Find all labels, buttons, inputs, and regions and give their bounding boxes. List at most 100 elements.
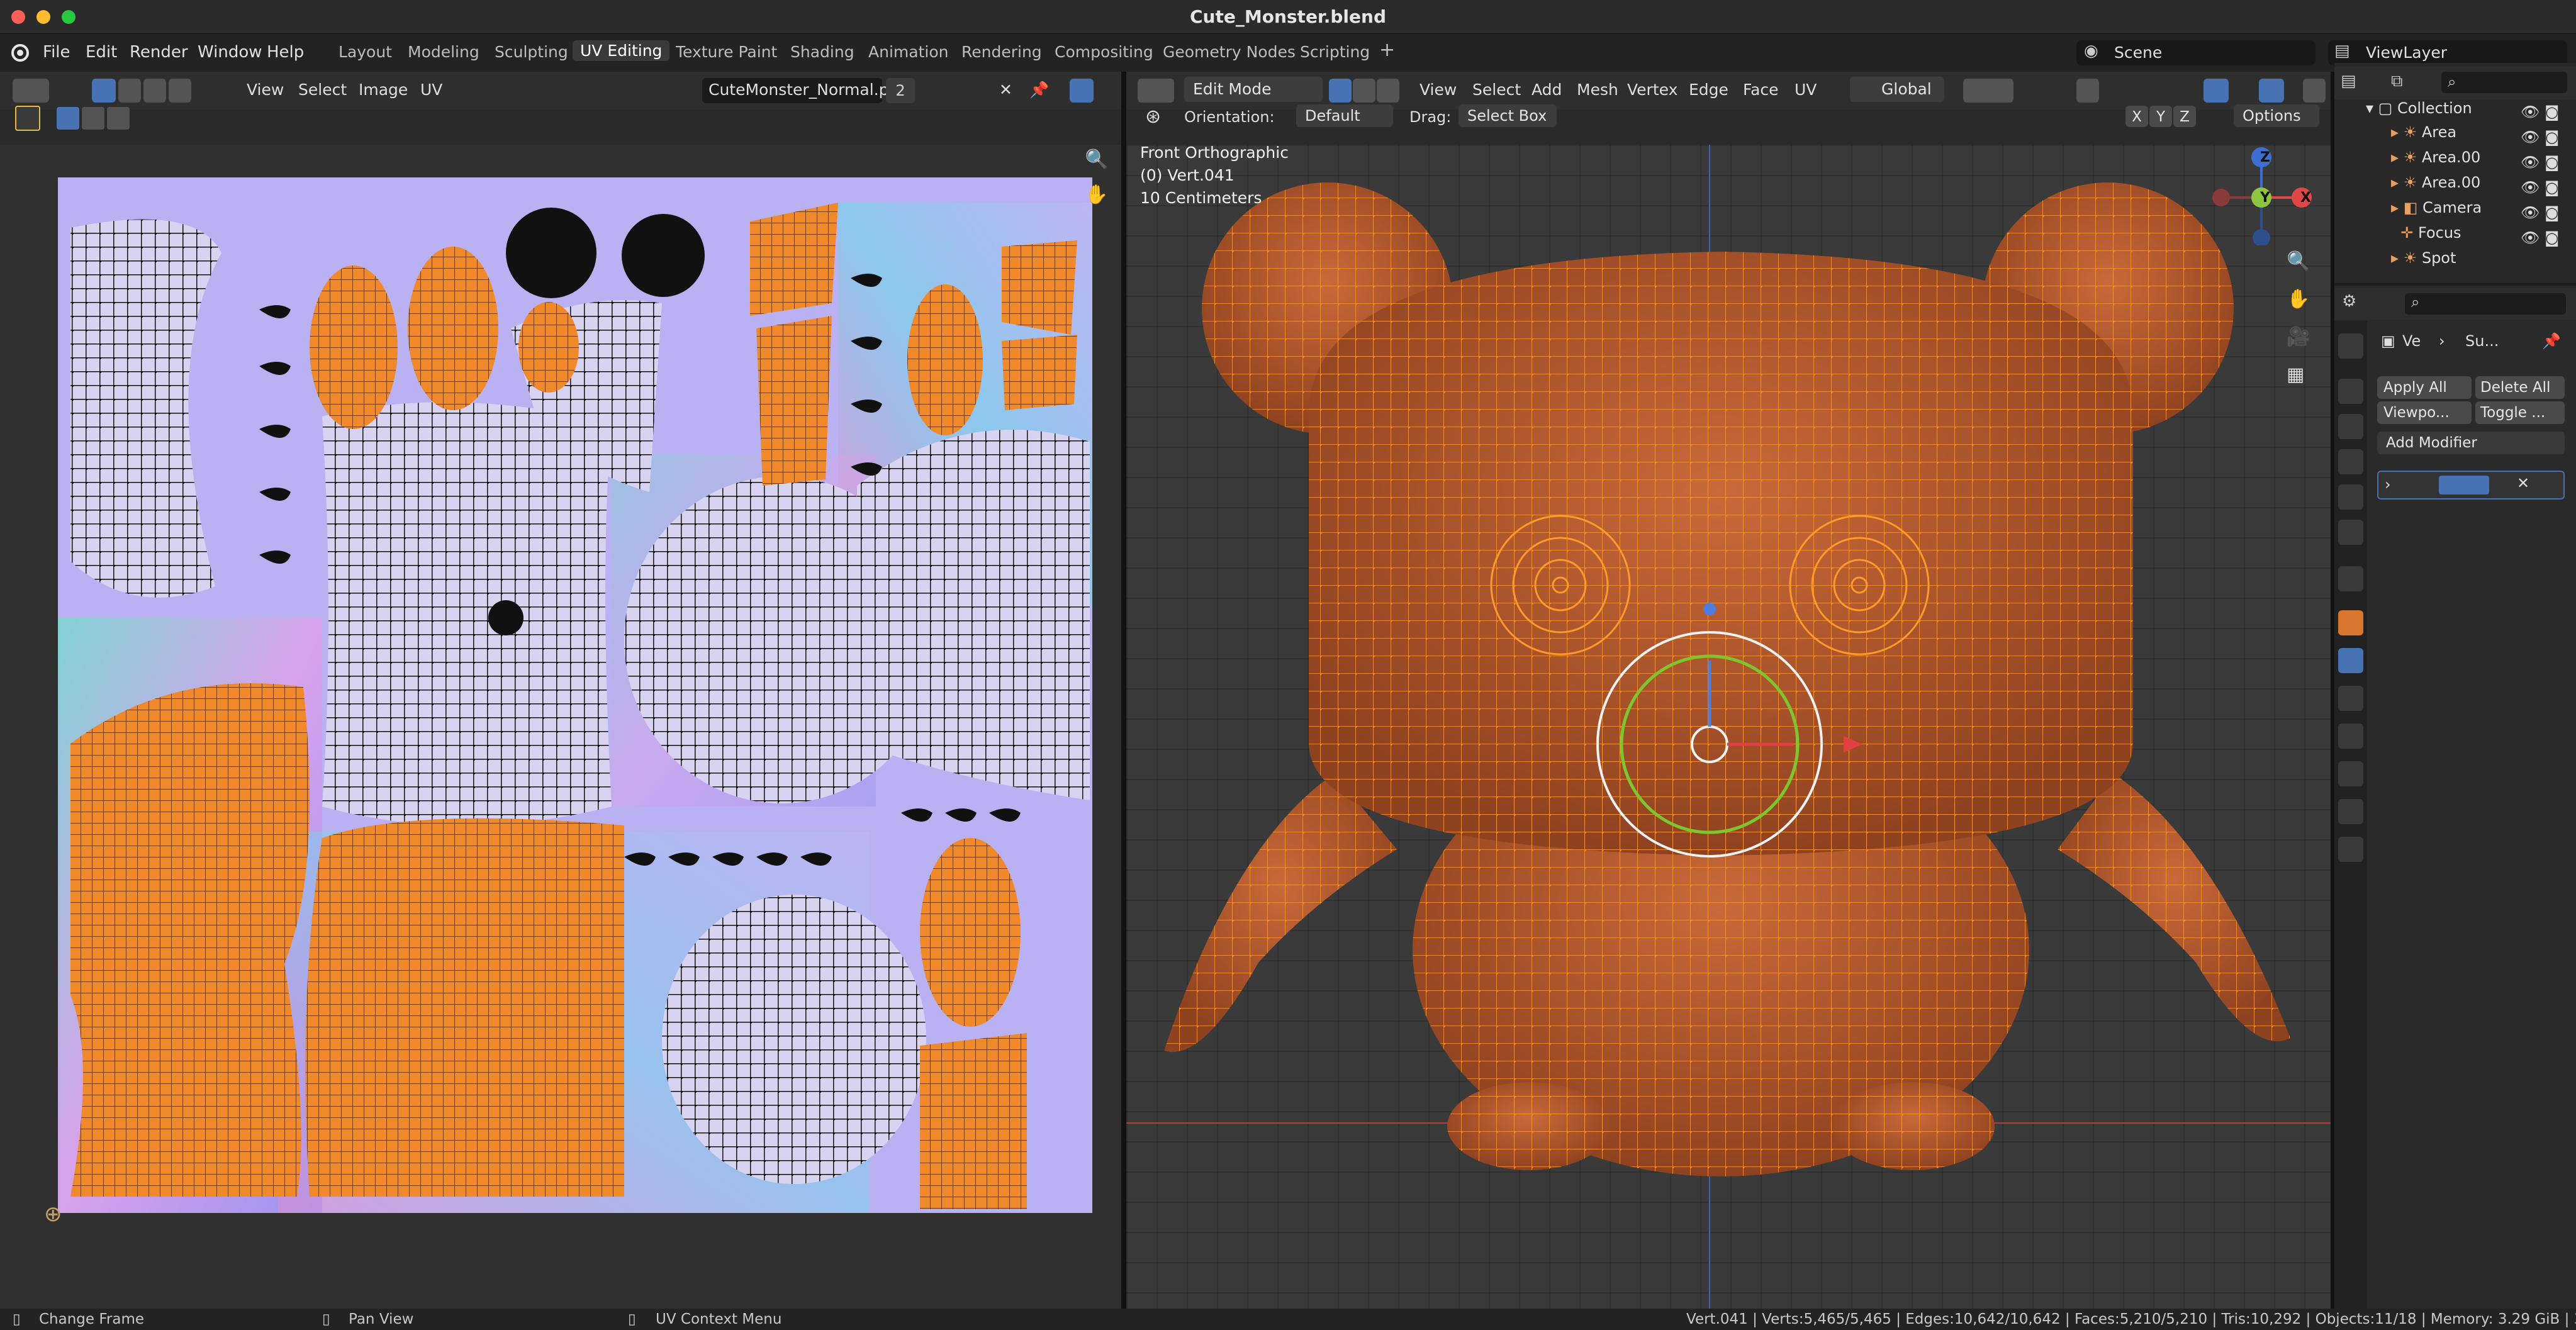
uv-menu-image[interactable]: Image — [359, 81, 408, 99]
tab-uv-editing[interactable]: UV Editing — [573, 40, 670, 61]
orientation-selector[interactable]: Default — [1296, 104, 1393, 127]
transform-pivot-icon[interactable]: ⊛ — [1145, 106, 1161, 128]
pan-view-icon[interactable]: ✋ — [1085, 184, 1108, 206]
overlays-icon[interactable] — [2204, 79, 2229, 103]
editor-divider[interactable] — [1121, 72, 1126, 1309]
toggle-stack-button[interactable]: Toggle ... — [2475, 401, 2565, 424]
tab-compositing[interactable]: Compositing — [1055, 43, 1153, 61]
viewport-menu-face[interactable]: Face — [1743, 81, 1779, 99]
select-face-mode-icon[interactable] — [1377, 79, 1399, 103]
perspective-toggle-icon[interactable]: ▦ — [2287, 364, 2304, 386]
select-edge-mode-icon[interactable] — [1353, 79, 1375, 103]
world-tab-icon[interactable] — [2338, 520, 2363, 545]
view-layer-selector[interactable]: ViewLayer — [2328, 40, 2567, 65]
snap-icon[interactable] — [1963, 79, 2013, 103]
tab-geometry-nodes[interactable]: Geometry Nodes — [1163, 43, 1296, 61]
tab-scripting[interactable]: Scripting — [1300, 43, 1370, 61]
uv-menu-uv[interactable]: UV — [420, 81, 442, 99]
render-tab-icon[interactable] — [2338, 379, 2363, 404]
outliner-row-area-002[interactable]: ▸ ☀ Area.00 — [2391, 170, 2480, 195]
tool-tab-icon[interactable] — [2338, 333, 2363, 359]
scene-selector[interactable]: Scene — [2076, 40, 2316, 65]
tab-shading[interactable]: Shading — [790, 43, 854, 61]
physics-tab-icon[interactable] — [2338, 724, 2363, 749]
constraints-tab-icon[interactable] — [2338, 761, 2363, 786]
properties-editor-type-icon[interactable]: ⚙ — [2342, 292, 2356, 311]
transform-orientation-selector[interactable]: Global — [1850, 77, 1944, 102]
object-tab-icon[interactable] — [2338, 610, 2363, 635]
view-layer-tab-icon[interactable] — [2338, 449, 2363, 474]
proportional-edit-icon[interactable] — [2076, 79, 2099, 103]
menu-file[interactable]: File — [43, 43, 70, 62]
menu-window[interactable]: Window — [198, 43, 262, 62]
viewport-zoom-icon[interactable]: 🔍 — [2287, 250, 2310, 272]
tab-modeling[interactable]: Modeling — [408, 43, 479, 61]
3d-viewport[interactable] — [1126, 145, 2331, 1309]
uv-sync-selection-icon[interactable] — [1070, 79, 1094, 103]
material-tab-icon[interactable] — [2338, 837, 2363, 862]
xray-icon[interactable] — [2259, 79, 2284, 103]
uv-menu-select[interactable]: Select — [298, 81, 347, 99]
mirror-x-button[interactable]: X — [2125, 106, 2148, 127]
scene-tab-icon[interactable] — [2338, 484, 2363, 510]
mode-selector[interactable]: Edit Mode — [1184, 77, 1323, 102]
menu-help[interactable]: Help — [267, 43, 304, 62]
data-tab-icon[interactable] — [2338, 799, 2363, 824]
zoom-view-icon[interactable]: 🔍 — [1085, 148, 1108, 170]
uv-menu-view[interactable]: View — [247, 81, 284, 99]
image-user-count[interactable]: 2 — [886, 78, 915, 103]
camera-view-icon[interactable]: 🎥 — [2287, 326, 2310, 348]
blender-logo-icon[interactable] — [9, 42, 31, 64]
tab-rendering[interactable]: Rendering — [961, 43, 1042, 61]
outliner-editor-type-icon[interactable]: ▤ — [2341, 72, 2356, 91]
output-tab-icon[interactable] — [2338, 414, 2363, 439]
viewport-menu-uv[interactable]: UV — [1795, 81, 1817, 99]
outliner-row-area[interactable]: ▸ ☀ Area — [2391, 120, 2456, 145]
delete-all-button[interactable]: Delete All — [2475, 376, 2565, 399]
add-modifier-dropdown[interactable]: Add Modifier — [2377, 432, 2565, 454]
shading-solid-icon[interactable] — [2303, 79, 2326, 103]
select-mode-extend-icon[interactable] — [82, 107, 104, 130]
outliner-search-input[interactable] — [2441, 72, 2567, 93]
viewport-menu-edge[interactable]: Edge — [1689, 81, 1728, 99]
mirror-y-button[interactable]: Y — [2149, 106, 2172, 127]
select-mode-subtract-icon[interactable] — [107, 107, 130, 130]
outliner-row-focus[interactable]: ✛ Focus — [2391, 220, 2461, 245]
outliner-row-area-001[interactable]: ▸ ☀ Area.00 — [2391, 145, 2480, 170]
apply-all-button[interactable]: Apply All — [2377, 376, 2472, 399]
viewport-pan-icon[interactable]: ✋ — [2287, 288, 2310, 310]
outliner-row-spot[interactable]: ▸ ☀ Spot — [2391, 245, 2456, 271]
select-tool-icon[interactable] — [15, 106, 40, 131]
uv-select-mode-vertex-icon[interactable] — [92, 79, 116, 103]
viewport-editor-type-icon[interactable] — [1138, 79, 1174, 103]
properties-search-input[interactable] — [2405, 293, 2566, 315]
collection-tab-icon[interactable] — [2338, 566, 2363, 591]
viewport-menu-view[interactable]: View — [1420, 81, 1457, 99]
tab-texture-paint[interactable]: Texture Paint — [676, 43, 777, 61]
uv-texture-image[interactable] — [58, 177, 1092, 1213]
uv-select-mode-island-icon[interactable] — [169, 79, 191, 103]
mirror-z-button[interactable]: Z — [2173, 106, 2196, 127]
close-image-icon[interactable]: ✕ — [999, 81, 1012, 99]
options-dropdown[interactable]: Options — [2234, 104, 2319, 127]
modifier-tab-icon[interactable] — [2338, 648, 2363, 673]
uv-select-mode-face-icon[interactable] — [143, 79, 166, 103]
modifier-name-field[interactable] — [2439, 476, 2489, 495]
select-vertex-mode-icon[interactable] — [1329, 79, 1352, 103]
pin-icon[interactable]: 📌 — [1029, 81, 1049, 99]
outliner-filter-icon[interactable]: ⧉ — [2391, 72, 2403, 91]
pin-icon[interactable]: 📌 — [2542, 332, 2561, 350]
outliner-visibility-column[interactable]: 👁 ◙ 👁 ◙ 👁 ◙ 👁 ◙ 👁 ◙ 👁 ◙ — [2521, 99, 2571, 269]
editor-type-icon[interactable] — [13, 79, 49, 103]
tab-animation[interactable]: Animation — [868, 43, 948, 61]
add-workspace-icon[interactable]: + — [1379, 39, 1395, 61]
chevron-right-icon[interactable]: › — [2385, 476, 2391, 493]
drag-selector[interactable]: Select Box — [1459, 104, 1557, 127]
menu-render[interactable]: Render — [130, 43, 188, 62]
uv-select-mode-edge-icon[interactable] — [118, 79, 141, 103]
viewport-menu-select[interactable]: Select — [1472, 81, 1521, 99]
viewport-toggle-button[interactable]: Viewpo... — [2377, 401, 2472, 424]
tab-layout[interactable]: Layout — [339, 43, 392, 61]
outliner-row-camera[interactable]: ▸ ◧ Camera — [2391, 195, 2482, 220]
select-mode-new-icon[interactable] — [57, 107, 79, 130]
